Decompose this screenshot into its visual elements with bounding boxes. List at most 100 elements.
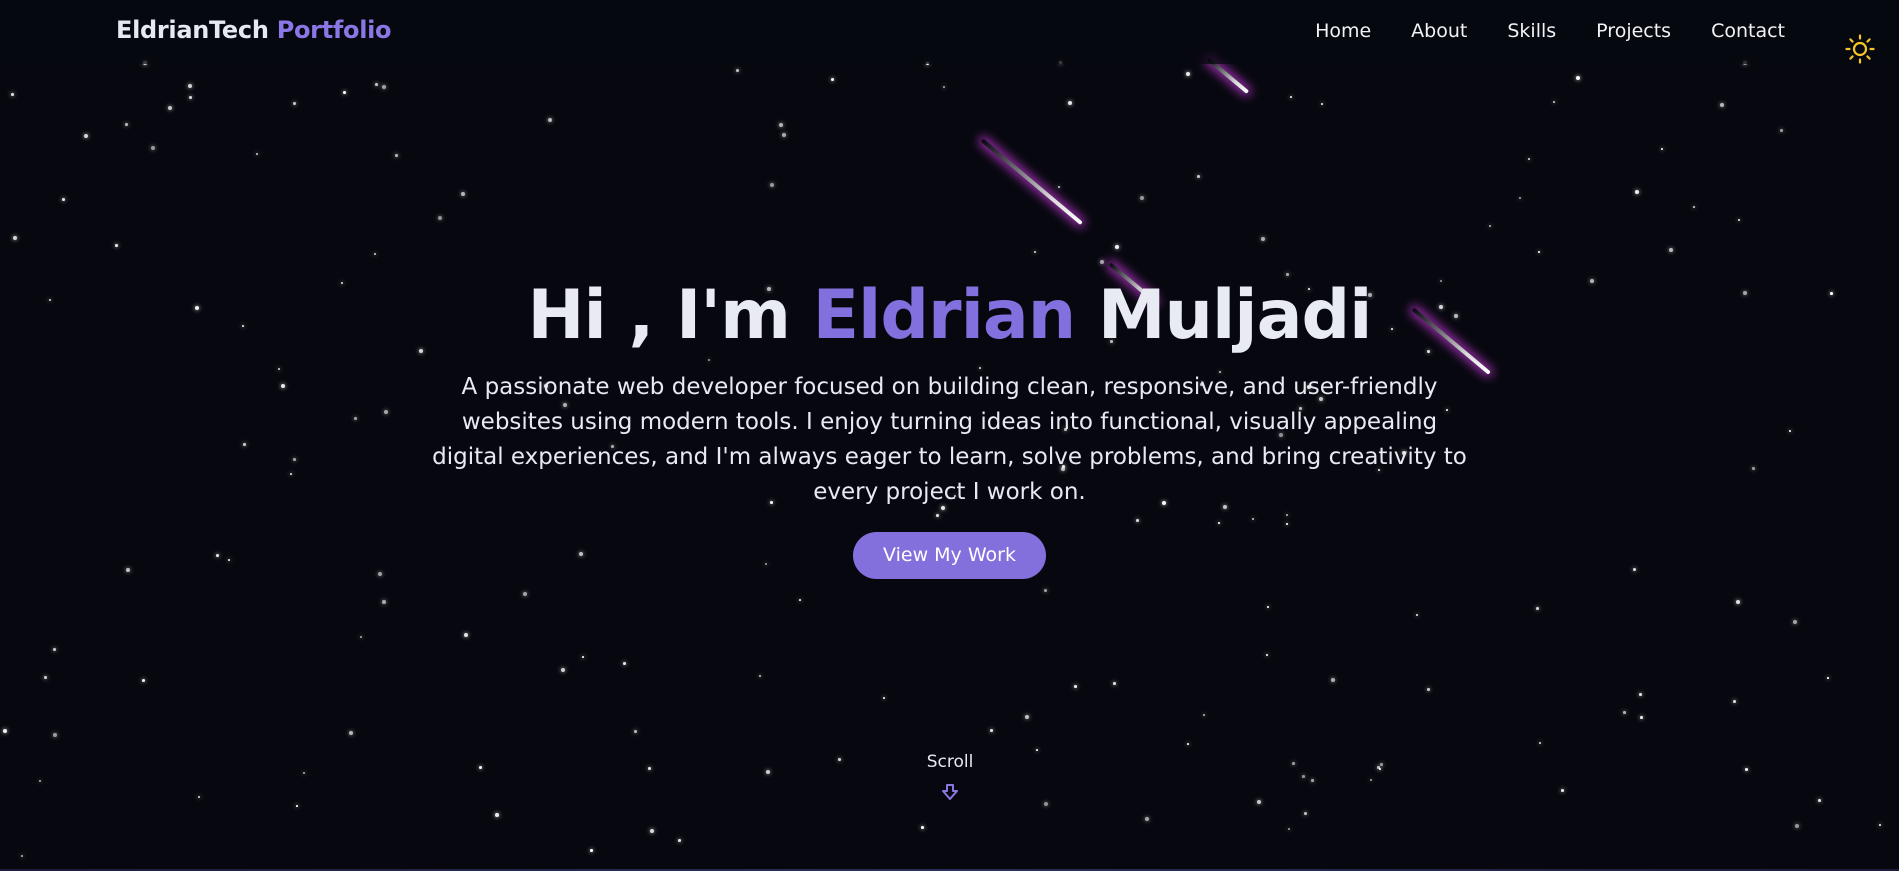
nav-link-about[interactable]: About [1411,20,1467,42]
star [634,730,637,733]
star [590,849,593,852]
star [1693,206,1695,208]
star [1197,175,1200,178]
view-my-work-button[interactable]: View My Work [853,532,1046,579]
star [1036,749,1038,751]
star [1553,101,1555,103]
star [1780,129,1783,132]
star [115,244,118,247]
star [1639,693,1642,696]
star [1576,76,1580,80]
star [479,766,482,769]
brand-main-text: EldrianTech [116,16,269,44]
star [1058,186,1060,188]
star [799,599,801,601]
star [1290,96,1292,98]
star [382,85,386,89]
scroll-indicator[interactable]: Scroll [910,752,990,802]
star [1331,678,1335,682]
star [1044,589,1047,592]
star [1140,196,1144,200]
star [921,826,924,829]
star [21,855,23,857]
star [1266,654,1268,656]
hero-title: Hi , I'm Eldrian Muljadi [0,270,1899,362]
star [375,83,378,86]
star [1257,800,1261,804]
arrow-down-icon [942,784,958,800]
star [349,731,353,735]
star [188,84,192,88]
star [1528,158,1530,160]
star [1736,600,1740,604]
star [464,633,468,637]
shooting-star [980,138,1083,226]
star [53,648,56,651]
star [1302,775,1305,778]
star [1379,768,1381,770]
star [1818,799,1821,802]
star [11,93,14,96]
star [1561,789,1564,792]
star [1187,743,1189,745]
star [1793,620,1797,624]
star [561,668,565,672]
star [151,146,155,150]
star [1519,197,1521,199]
star [189,96,192,99]
nav-link-contact[interactable]: Contact [1711,20,1785,42]
hero-first-name: Eldrian [812,276,1077,355]
star [62,198,65,201]
star [838,758,841,761]
star [1292,762,1295,765]
star [766,770,770,774]
nav-link-skills[interactable]: Skills [1507,20,1556,42]
hero-section: Hi , I'm Eldrian Muljadi A passionate we… [0,270,1899,579]
star [548,118,552,122]
star [1795,824,1799,828]
hero-description: A passionate web developer focused on bu… [432,374,1467,505]
star [1100,260,1104,264]
star [1538,251,1540,253]
star [198,796,200,798]
star [1720,103,1724,107]
star [650,829,654,833]
star [168,106,172,110]
theme-toggle-button[interactable] [1843,32,1877,66]
star [343,91,346,94]
star [1427,688,1430,691]
star [374,253,376,255]
star [1640,716,1643,719]
star [1186,72,1190,76]
star [990,729,993,732]
brand-logo[interactable]: EldrianTech Portfolio [116,16,392,44]
star [1738,219,1740,221]
star [1370,779,1372,781]
star [39,780,41,782]
star [395,154,398,157]
star [582,656,584,658]
star [623,662,626,665]
star [53,733,57,737]
star [1827,677,1829,679]
hero-last-name: Muljadi [1097,276,1373,355]
star [782,133,786,137]
star [831,78,834,81]
navbar: EldrianTech Portfolio Home About Skills … [0,0,1899,64]
star [1044,802,1048,806]
star [296,805,298,807]
star [759,675,761,677]
star [382,600,386,604]
star [461,192,465,196]
star [779,123,783,127]
star [1113,682,1116,685]
star [1115,245,1119,249]
star [1034,251,1036,253]
star [1267,606,1269,608]
star [438,216,442,220]
star [495,813,499,817]
star [1074,685,1077,688]
star [1733,700,1736,703]
nav-link-home[interactable]: Home [1315,20,1371,42]
nav-link-projects[interactable]: Projects [1596,20,1671,42]
